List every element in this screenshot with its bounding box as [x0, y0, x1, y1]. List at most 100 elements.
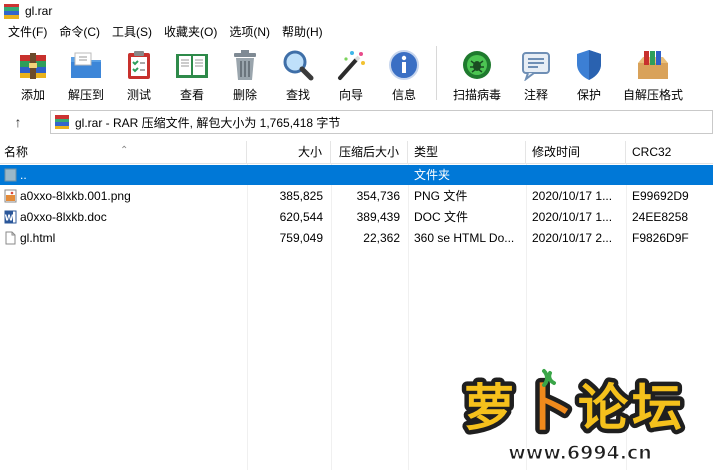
menu-help[interactable]: 帮助(H) [276, 22, 329, 42]
col-modified-header[interactable]: 修改时间 [526, 141, 626, 164]
table-row[interactable]: a0xxo-8lxkb.001.png 385,825 354,736 PNG … [0, 186, 713, 206]
word-doc-icon: W [4, 210, 17, 224]
add-button[interactable]: 添加 [12, 42, 54, 103]
test-button[interactable]: 测试 [118, 42, 160, 103]
comment-icon [518, 48, 554, 82]
menu-bar: 文件(F) 命令(C) 工具(S) 收藏夹(O) 选项(N) 帮助(H) [0, 22, 713, 42]
find-button[interactable]: 查找 [277, 42, 319, 103]
menu-tools[interactable]: 工具(S) [106, 22, 158, 42]
col-type-header[interactable]: 类型 [408, 141, 526, 164]
file-size: 620,544 [279, 210, 323, 224]
list-header: 名称 ⌃ 大小 压缩后大小 类型 修改时间 CRC32 [0, 141, 713, 164]
wizard-label: 向导 [338, 88, 363, 102]
shield-icon [571, 48, 607, 82]
rar-archive-icon [55, 115, 69, 129]
protect-button[interactable]: 保护 [568, 42, 610, 103]
info-label: 信息 [391, 88, 416, 102]
file-packed-size: 22,362 [363, 231, 400, 245]
file-modified: 2020/10/17 1... [532, 210, 613, 224]
file-type: 360 se HTML Do... [414, 231, 515, 245]
magic-wand-icon [333, 48, 369, 82]
file-size: 759,049 [279, 231, 323, 245]
svg-text:萝: 萝 [464, 379, 514, 437]
window-title: gl.rar [25, 4, 53, 18]
svg-text:www.6994.cn: www.6994.cn [508, 442, 652, 464]
svg-text:论: 论 [578, 379, 629, 437]
svg-text:卜: 卜 [522, 379, 572, 437]
file-packed-size: 389,439 [356, 210, 400, 224]
address-field[interactable]: gl.rar - RAR 压缩文件, 解包大小为 1,765,418 字节 [50, 110, 713, 134]
up-arrow-icon[interactable]: ↑ [0, 108, 36, 136]
file-crc: E99692D9 [632, 189, 689, 203]
col-name-header[interactable]: 名称 ⌃ [0, 141, 247, 164]
comment-label: 注释 [523, 88, 548, 102]
menu-favorites[interactable]: 收藏夹(O) [158, 22, 223, 42]
sfx-label: 自解压格式 [622, 88, 683, 102]
file-crc: 24EE8258 [632, 210, 689, 224]
magnifier-icon [280, 48, 316, 82]
add-archive-icon [15, 48, 51, 82]
file-name: .. [20, 168, 27, 182]
virus-scan-label: 扫描病毒 [452, 88, 501, 102]
toolbar-separator [436, 46, 437, 100]
extract-label: 解压到 [67, 88, 104, 102]
file-size [247, 165, 331, 185]
file-crc: F9826D9F [632, 231, 689, 245]
info-icon [386, 48, 422, 82]
table-row[interactable]: W a0xxo-8lxkb.doc 620,544 389,439 DOC 文件… [0, 207, 713, 227]
png-file-icon [4, 189, 17, 203]
file-type: 文件夹 [414, 168, 451, 182]
file-modified: 2020/10/17 2... [532, 231, 613, 245]
test-clipboard-icon [121, 48, 157, 82]
file-type: DOC 文件 [414, 210, 469, 224]
winrar-app-icon [4, 3, 19, 19]
title-bar: gl.rar [0, 0, 713, 22]
wizard-button[interactable]: 向导 [330, 42, 372, 103]
menu-commands[interactable]: 命令(C) [53, 22, 106, 42]
svg-text:坛: 坛 [632, 379, 682, 437]
file-crc [626, 165, 713, 185]
delete-button[interactable]: 删除 [224, 42, 266, 103]
file-modified [526, 165, 626, 185]
file-name: a0xxo-8lxkb.001.png [20, 189, 131, 203]
svg-text:W: W [5, 214, 14, 223]
site-watermark-logo: 萝 萝 卜 卜 论 论 坛 坛 www.6994.cn [460, 365, 700, 465]
toolbar: 添加 解压到 测试 查看 删除 查找 向导 信息 扫描病毒 注释 保护 自解压格… [0, 42, 713, 106]
menu-file[interactable]: 文件(F) [2, 22, 53, 42]
view-label: 查看 [179, 88, 204, 102]
html-file-icon [4, 231, 17, 245]
table-row[interactable]: .. 文件夹 [0, 165, 713, 185]
view-book-icon [174, 48, 210, 82]
col-packed-header[interactable]: 压缩后大小 [331, 141, 408, 164]
file-type: PNG 文件 [414, 189, 468, 203]
test-label: 测试 [126, 88, 151, 102]
find-label: 查找 [285, 88, 310, 102]
file-size: 385,825 [279, 189, 323, 203]
protect-label: 保护 [576, 88, 601, 102]
sfx-archive-icon [635, 48, 671, 82]
parent-folder-icon [4, 168, 17, 182]
virus-scan-icon [459, 48, 495, 82]
col-size-header[interactable]: 大小 [247, 141, 331, 164]
file-name: gl.html [20, 231, 56, 245]
comment-button[interactable]: 注释 [515, 42, 557, 103]
address-text: gl.rar - RAR 压缩文件, 解包大小为 1,765,418 字节 [75, 115, 341, 130]
view-button[interactable]: 查看 [171, 42, 213, 103]
table-row[interactable]: gl.html 759,049 22,362 360 se HTML Do...… [0, 228, 713, 248]
virus-scan-button[interactable]: 扫描病毒 [445, 42, 509, 103]
sort-ascending-icon: ⌃ [120, 145, 129, 156]
sfx-button[interactable]: 自解压格式 [621, 42, 685, 103]
extract-folder-icon [68, 48, 104, 82]
extract-button[interactable]: 解压到 [65, 42, 107, 103]
file-modified: 2020/10/17 1... [532, 189, 613, 203]
col-crc-header[interactable]: CRC32 [626, 141, 713, 164]
info-button[interactable]: 信息 [383, 42, 425, 103]
add-label: 添加 [20, 88, 45, 102]
file-packed-size [331, 165, 408, 185]
file-name: a0xxo-8lxkb.doc [20, 210, 107, 224]
trash-icon [227, 48, 263, 82]
address-bar: ↑ gl.rar - RAR 压缩文件, 解包大小为 1,765,418 字节 [0, 108, 713, 136]
delete-label: 删除 [232, 88, 257, 102]
menu-options[interactable]: 选项(N) [223, 22, 276, 42]
file-packed-size: 354,736 [356, 189, 400, 203]
